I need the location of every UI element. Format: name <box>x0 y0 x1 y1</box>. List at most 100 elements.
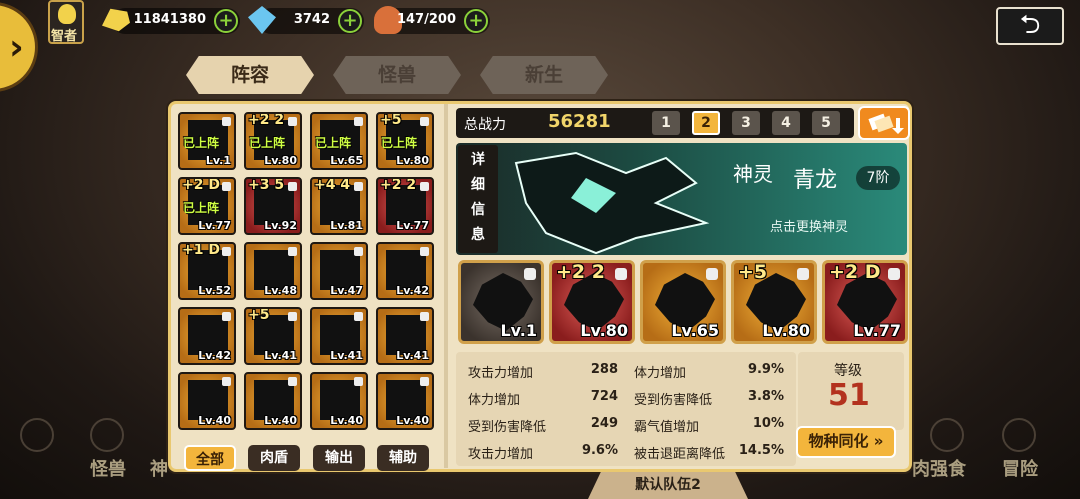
team-member-card[interactable]: +5 Lv.80 <box>731 260 817 344</box>
roster-card[interactable]: Lv.40 <box>376 372 434 430</box>
lock-icon <box>888 268 900 280</box>
roster-card[interactable]: +1 D Lv.52 <box>178 242 236 300</box>
rank-badge: +5 <box>380 112 402 128</box>
tab-rebirth[interactable]: 新生 <box>480 56 608 94</box>
lock-icon <box>222 377 231 386</box>
stat-value: 10% <box>752 416 784 431</box>
spirit-banner[interactable] <box>456 143 907 255</box>
filter-tank[interactable]: 肉盾 <box>248 445 300 471</box>
lock-icon <box>288 312 297 321</box>
detail-info-button[interactable]: 详 细 信 息 <box>458 145 498 253</box>
nav-adventure[interactable]: 冒险 <box>1002 455 1038 481</box>
nav-god[interactable]: 神 <box>150 455 168 481</box>
roster-card[interactable]: 已上阵 Lv.65 <box>310 112 368 170</box>
team-member-card[interactable]: Lv.65 <box>640 260 726 344</box>
lock-icon <box>354 377 363 386</box>
lock-icon <box>420 117 429 126</box>
filter-all[interactable]: 全部 <box>184 445 236 471</box>
back-button[interactable]: ⮌ <box>996 7 1064 45</box>
lock-icon <box>288 247 297 256</box>
team-member-card[interactable]: +2 D Lv.77 <box>822 260 908 344</box>
swap-team-button[interactable] <box>858 106 910 140</box>
power-label: 总战力 <box>464 117 506 133</box>
roster-card[interactable]: Lv.48 <box>244 242 302 300</box>
roster-card[interactable]: +2 2 Lv.77 <box>376 177 434 235</box>
nav-monster[interactable]: 怪兽 <box>90 455 126 481</box>
lock-icon <box>797 268 809 280</box>
gold-icon <box>102 8 130 32</box>
roster-card[interactable]: Lv.40 <box>244 372 302 430</box>
nav-monster-icon <box>20 418 54 452</box>
lock-icon <box>354 117 363 126</box>
lock-icon <box>354 182 363 191</box>
filter-support[interactable]: 辅助 <box>377 445 429 471</box>
side-menu-tab[interactable]: › <box>0 2 38 92</box>
species-sync-button[interactable]: 物种同化 » <box>796 426 896 458</box>
team-slot-3[interactable]: 3 <box>732 111 760 135</box>
nav-feast[interactable]: 肉强食 <box>912 455 966 481</box>
roster-card[interactable]: Lv.42 <box>178 307 236 365</box>
team-slot-1[interactable]: 1 <box>652 111 680 135</box>
level-label: Lv.77 <box>853 321 901 340</box>
deployed-label: 已上阵 <box>249 136 286 150</box>
deployed-label: 已上阵 <box>315 136 352 150</box>
lock-icon <box>222 182 231 191</box>
stat-value: 9.6% <box>581 443 618 458</box>
level-label: Lv.41 <box>264 349 297 362</box>
lock-icon <box>420 247 429 256</box>
team-slot-4[interactable]: 4 <box>772 111 800 135</box>
stat-value: 14.5% <box>738 443 784 458</box>
roster-card[interactable]: +2 D 已上阵 Lv.77 <box>178 177 236 235</box>
stat-name: 攻击力增加 <box>468 366 534 381</box>
deployed-label: 已上阵 <box>183 136 220 150</box>
roster-card[interactable]: +5 Lv.41 <box>244 307 302 365</box>
level-label: Lv.40 <box>330 414 363 427</box>
tab-monster[interactable]: 怪兽 <box>333 56 461 94</box>
roster-card[interactable]: +5 已上阵 Lv.80 <box>376 112 434 170</box>
level-label: Lv.65 <box>330 154 363 167</box>
deployed-label: 已上阵 <box>381 136 418 150</box>
level-label: Lv.92 <box>264 219 297 232</box>
detail-char: 详 <box>471 152 485 168</box>
team-name-tab[interactable]: 默认队伍2 <box>588 472 748 499</box>
compass-icon <box>1002 418 1036 452</box>
tab-lineup[interactable]: 阵容 <box>186 56 314 94</box>
add-meat-button[interactable]: + <box>464 9 488 33</box>
roster-card[interactable]: +2 2 已上阵 Lv.80 <box>244 112 302 170</box>
detail-char: 息 <box>471 227 485 243</box>
rank-badge: +2 2 <box>380 177 417 193</box>
level-label: Lv.48 <box>264 284 297 297</box>
roster-card[interactable]: Lv.40 <box>178 372 236 430</box>
meat-counter: 147/200 + <box>374 6 490 34</box>
team-slot-5[interactable]: 5 <box>812 111 840 135</box>
roster-card[interactable]: Lv.47 <box>310 242 368 300</box>
gold-value: 11841380 <box>133 12 206 27</box>
roster-card[interactable]: Lv.42 <box>376 242 434 300</box>
level-label: Lv.41 <box>396 349 429 362</box>
team-member-card[interactable]: Lv.1 <box>458 260 544 344</box>
level-value: 51 <box>828 378 870 413</box>
filter-damage[interactable]: 输出 <box>313 445 365 471</box>
roster-card[interactable]: Lv.40 <box>310 372 368 430</box>
stat-name: 攻击力增加 <box>468 447 534 462</box>
gem-value: 3742 <box>293 12 330 27</box>
stat-value: 249 <box>590 416 618 431</box>
roster-card[interactable]: 已上阵 Lv.1 <box>178 112 236 170</box>
change-spirit-hint[interactable]: 点击更换神灵 <box>770 216 848 235</box>
roster-card[interactable]: +4 4 Lv.81 <box>310 177 368 235</box>
roster-card[interactable]: +3 5 Lv.92 <box>244 177 302 235</box>
level-label: Lv.40 <box>198 414 231 427</box>
add-gold-button[interactable]: + <box>214 9 238 33</box>
level-label: Lv.80 <box>762 321 810 340</box>
level-label: Lv.77 <box>396 219 429 232</box>
chevron-right-icon: › <box>9 27 24 68</box>
level-label: Lv.42 <box>198 349 231 362</box>
level-label: Lv.1 <box>500 321 537 340</box>
roster-card[interactable]: Lv.41 <box>310 307 368 365</box>
team-member-card[interactable]: +2 2 Lv.80 <box>549 260 635 344</box>
level-label: Lv.80 <box>264 154 297 167</box>
roster-card[interactable]: Lv.41 <box>376 307 434 365</box>
sage-button[interactable]: 智者 <box>48 0 84 44</box>
team-slot-2[interactable]: 2 <box>692 111 720 135</box>
add-gem-button[interactable]: + <box>338 9 362 33</box>
